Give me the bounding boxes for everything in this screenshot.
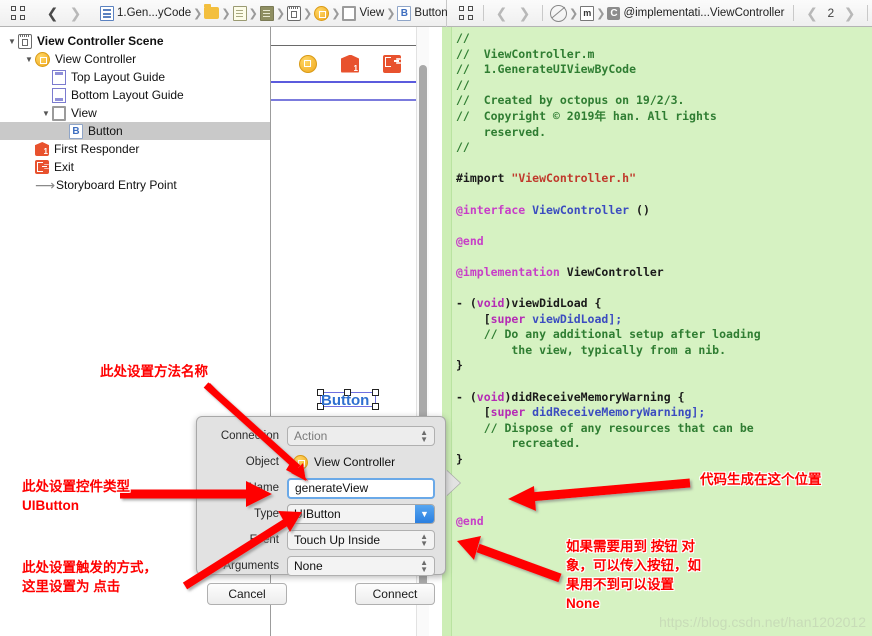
arrow-to-event-field <box>182 511 302 590</box>
anno-argument-usage: 如果需要用到 按钮 对 象，可以传入按钮，如 果用不到可以设置 None <box>566 539 701 611</box>
annotation-arrows <box>120 382 691 590</box>
anno-trigger-mode: 此处设置触发的方式， 这里设置为 点击 <box>22 560 157 594</box>
anno-control-type: 此处设置控件类型 UIButton <box>22 479 130 513</box>
anno-method-name: 此处设置方法名称 <box>100 364 208 379</box>
arrow-to-code-location <box>508 478 691 511</box>
arrow-to-name-field <box>203 382 308 481</box>
arrow-to-arguments-field <box>457 536 562 583</box>
arrow-to-type-field <box>120 481 272 507</box>
anno-code-location: 代码生成在这个位置 <box>700 472 822 487</box>
